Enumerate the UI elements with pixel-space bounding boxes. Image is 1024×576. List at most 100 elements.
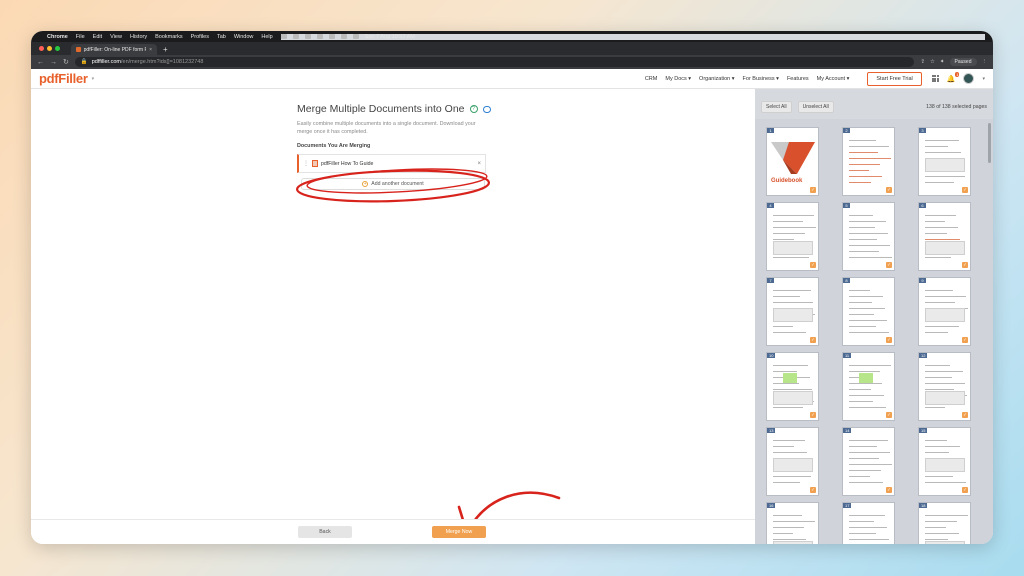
page-thumbnail[interactable]: 12 ✓ — [918, 352, 971, 421]
search-icon[interactable] — [340, 34, 347, 39]
checkbox-checked-icon[interactable]: ✓ — [810, 412, 816, 418]
page-thumbnail[interactable]: 2 ✓ — [842, 127, 895, 196]
page-thumbnail[interactable]: 10 ✓ — [766, 352, 819, 421]
menu-profiles[interactable]: Profiles — [191, 34, 209, 40]
status-app-icon[interactable] — [292, 34, 299, 39]
page-thumbnail[interactable]: 1 Guidebook ✓ — [766, 127, 819, 196]
text-line — [849, 383, 882, 385]
close-tab-icon[interactable]: × — [149, 47, 152, 53]
checkbox-checked-icon[interactable]: ✓ — [962, 412, 968, 418]
reload-icon[interactable]: ↻ — [63, 58, 69, 66]
page-number: 6 — [919, 203, 926, 208]
chat-icon[interactable] — [482, 105, 491, 113]
nav-for-business[interactable]: For Business ▾ — [743, 76, 779, 82]
wifi-icon[interactable] — [328, 34, 335, 39]
clock[interactable]: Sun 7 Aug 10:52 AM — [365, 34, 415, 40]
start-free-trial-button[interactable]: Start Free Trial — [867, 71, 922, 86]
select-all-button[interactable]: Select All — [761, 101, 792, 113]
checkbox-checked-icon[interactable]: ✓ — [962, 262, 968, 268]
apps-grid-icon[interactable] — [931, 75, 939, 82]
pdffiller-logo[interactable]: pdfFiller — [39, 71, 88, 86]
page-thumbnail[interactable]: 8 ✓ — [842, 277, 895, 346]
menu-tab[interactable]: Tab — [217, 34, 226, 40]
tab-title: pdfFiller: On-line PDF form Fill — [83, 46, 147, 53]
unselect-all-button[interactable]: Unselect All — [797, 101, 834, 113]
text-line — [849, 365, 891, 367]
close-window-button[interactable] — [39, 46, 44, 51]
page-thumbnail[interactable]: 4 ✓ — [766, 202, 819, 271]
checkbox-checked-icon[interactable]: ✓ — [886, 187, 892, 193]
checkbox-checked-icon[interactable]: ✓ — [962, 337, 968, 343]
page-thumbnail[interactable]: 16✓ — [766, 502, 819, 544]
nav-organization[interactable]: Organization ▾ — [699, 76, 734, 82]
checkbox-checked-icon[interactable]: ✓ — [962, 487, 968, 493]
page-thumbnail[interactable]: 3 ✓ — [918, 127, 971, 196]
help-icon[interactable]: ? — [469, 105, 478, 113]
page-thumbnail[interactable]: 6 ✓ — [918, 202, 971, 271]
checkbox-checked-icon[interactable]: ✓ — [886, 262, 892, 268]
address-toolbar: ← → ↻ 🔒 pdffiller.com/en/merge.htm?ids[]… — [31, 55, 993, 69]
checkbox-checked-icon[interactable]: ✓ — [810, 487, 816, 493]
page-thumbnail[interactable]: 11 ✓ — [842, 352, 895, 421]
zoom-window-button[interactable] — [55, 46, 60, 51]
pages-scroll-area[interactable]: 1 Guidebook ✓ 2 ✓ 3 ✓ 4 ✓ 5 ✓ 6 ✓ 7 ✓ 8 ✓ 9 ✓ 10 ✓ 11 ✓ 12 ✓ 13 ✓ 1… — [755, 119, 993, 544]
checkbox-checked-icon[interactable]: ✓ — [886, 412, 892, 418]
page-thumbnail[interactable]: 18✓ — [918, 502, 971, 544]
checkbox-checked-icon[interactable]: ✓ — [962, 187, 968, 193]
bookmark-star-icon[interactable]: ☆ — [930, 59, 935, 65]
page-thumbnail[interactable]: 13 ✓ — [766, 427, 819, 496]
control-center-icon[interactable] — [352, 34, 359, 39]
menu-window[interactable]: Window — [234, 34, 254, 40]
text-line — [925, 446, 960, 448]
page-thumbnail[interactable]: 7 ✓ — [766, 277, 819, 346]
menu-edit[interactable]: Edit — [93, 34, 102, 40]
checkbox-checked-icon[interactable]: ✓ — [886, 337, 892, 343]
nav-my-docs[interactable]: My Docs ▾ — [665, 76, 691, 82]
chevron-down-icon[interactable]: ▾ — [982, 76, 985, 82]
extensions-icon[interactable]: ✦ — [940, 59, 945, 65]
page-thumbnail[interactable]: 9 ✓ — [918, 277, 971, 346]
forward-arrow-icon[interactable]: → — [50, 59, 57, 66]
profile-button[interactable]: Paused — [949, 58, 977, 66]
menu-history[interactable]: History — [130, 34, 147, 40]
page-thumbnail[interactable]: 5 ✓ — [842, 202, 895, 271]
merge-now-button[interactable]: Merge Now — [432, 526, 486, 538]
nav-features[interactable]: Features — [787, 76, 809, 82]
menu-app-name[interactable]: Chrome — [47, 34, 68, 40]
checkbox-checked-icon[interactable]: ✓ — [810, 262, 816, 268]
scrollbar[interactable] — [988, 123, 991, 163]
text-line — [849, 332, 889, 334]
nav-crm[interactable]: CRM — [645, 76, 658, 82]
kebab-menu-icon[interactable]: ⋮ — [982, 59, 988, 65]
bluetooth-icon[interactable] — [316, 34, 323, 39]
screenshot-block — [925, 241, 965, 255]
menu-bookmarks[interactable]: Bookmarks — [155, 34, 183, 40]
back-button[interactable]: Back — [298, 526, 352, 538]
add-another-document-button[interactable]: + Add another document — [301, 178, 485, 190]
page-thumbnail[interactable]: 15 ✓ — [918, 427, 971, 496]
browser-tab[interactable]: pdfFiller: On-line PDF form Fill × — [71, 44, 157, 55]
chevron-down-icon[interactable]: ▾ — [92, 76, 95, 82]
avatar[interactable] — [963, 73, 975, 84]
new-tab-icon[interactable]: + — [163, 45, 168, 54]
status-app-icon[interactable] — [280, 34, 287, 39]
menu-file[interactable]: File — [76, 34, 85, 40]
text-line — [925, 383, 965, 385]
status-app-icon[interactable] — [304, 34, 311, 39]
checkbox-checked-icon[interactable]: ✓ — [810, 337, 816, 343]
page-thumbnail[interactable]: 17✓ — [842, 502, 895, 544]
checkbox-checked-icon[interactable]: ✓ — [886, 487, 892, 493]
notifications-bell-icon[interactable]: 🔔 1 — [947, 71, 960, 83]
menu-view[interactable]: View — [110, 34, 122, 40]
minimize-window-button[interactable] — [47, 46, 52, 51]
nav-my-account[interactable]: My Account ▾ — [817, 76, 850, 82]
share-icon[interactable]: ⇪ — [920, 59, 925, 65]
drag-handle-icon[interactable]: ⋮ — [303, 160, 309, 167]
document-row[interactable]: ⋮ pdfFiller How To Guide × — [297, 154, 486, 173]
checkbox-checked-icon[interactable]: ✓ — [810, 187, 816, 193]
page-thumbnail[interactable]: 14 ✓ — [842, 427, 895, 496]
back-arrow-icon[interactable]: ← — [37, 59, 44, 66]
address-bar[interactable]: 🔒 pdffiller.com/en/merge.htm?ids[]=10812… — [74, 57, 915, 67]
remove-document-icon[interactable]: × — [477, 161, 481, 167]
menu-help[interactable]: Help — [261, 34, 272, 40]
